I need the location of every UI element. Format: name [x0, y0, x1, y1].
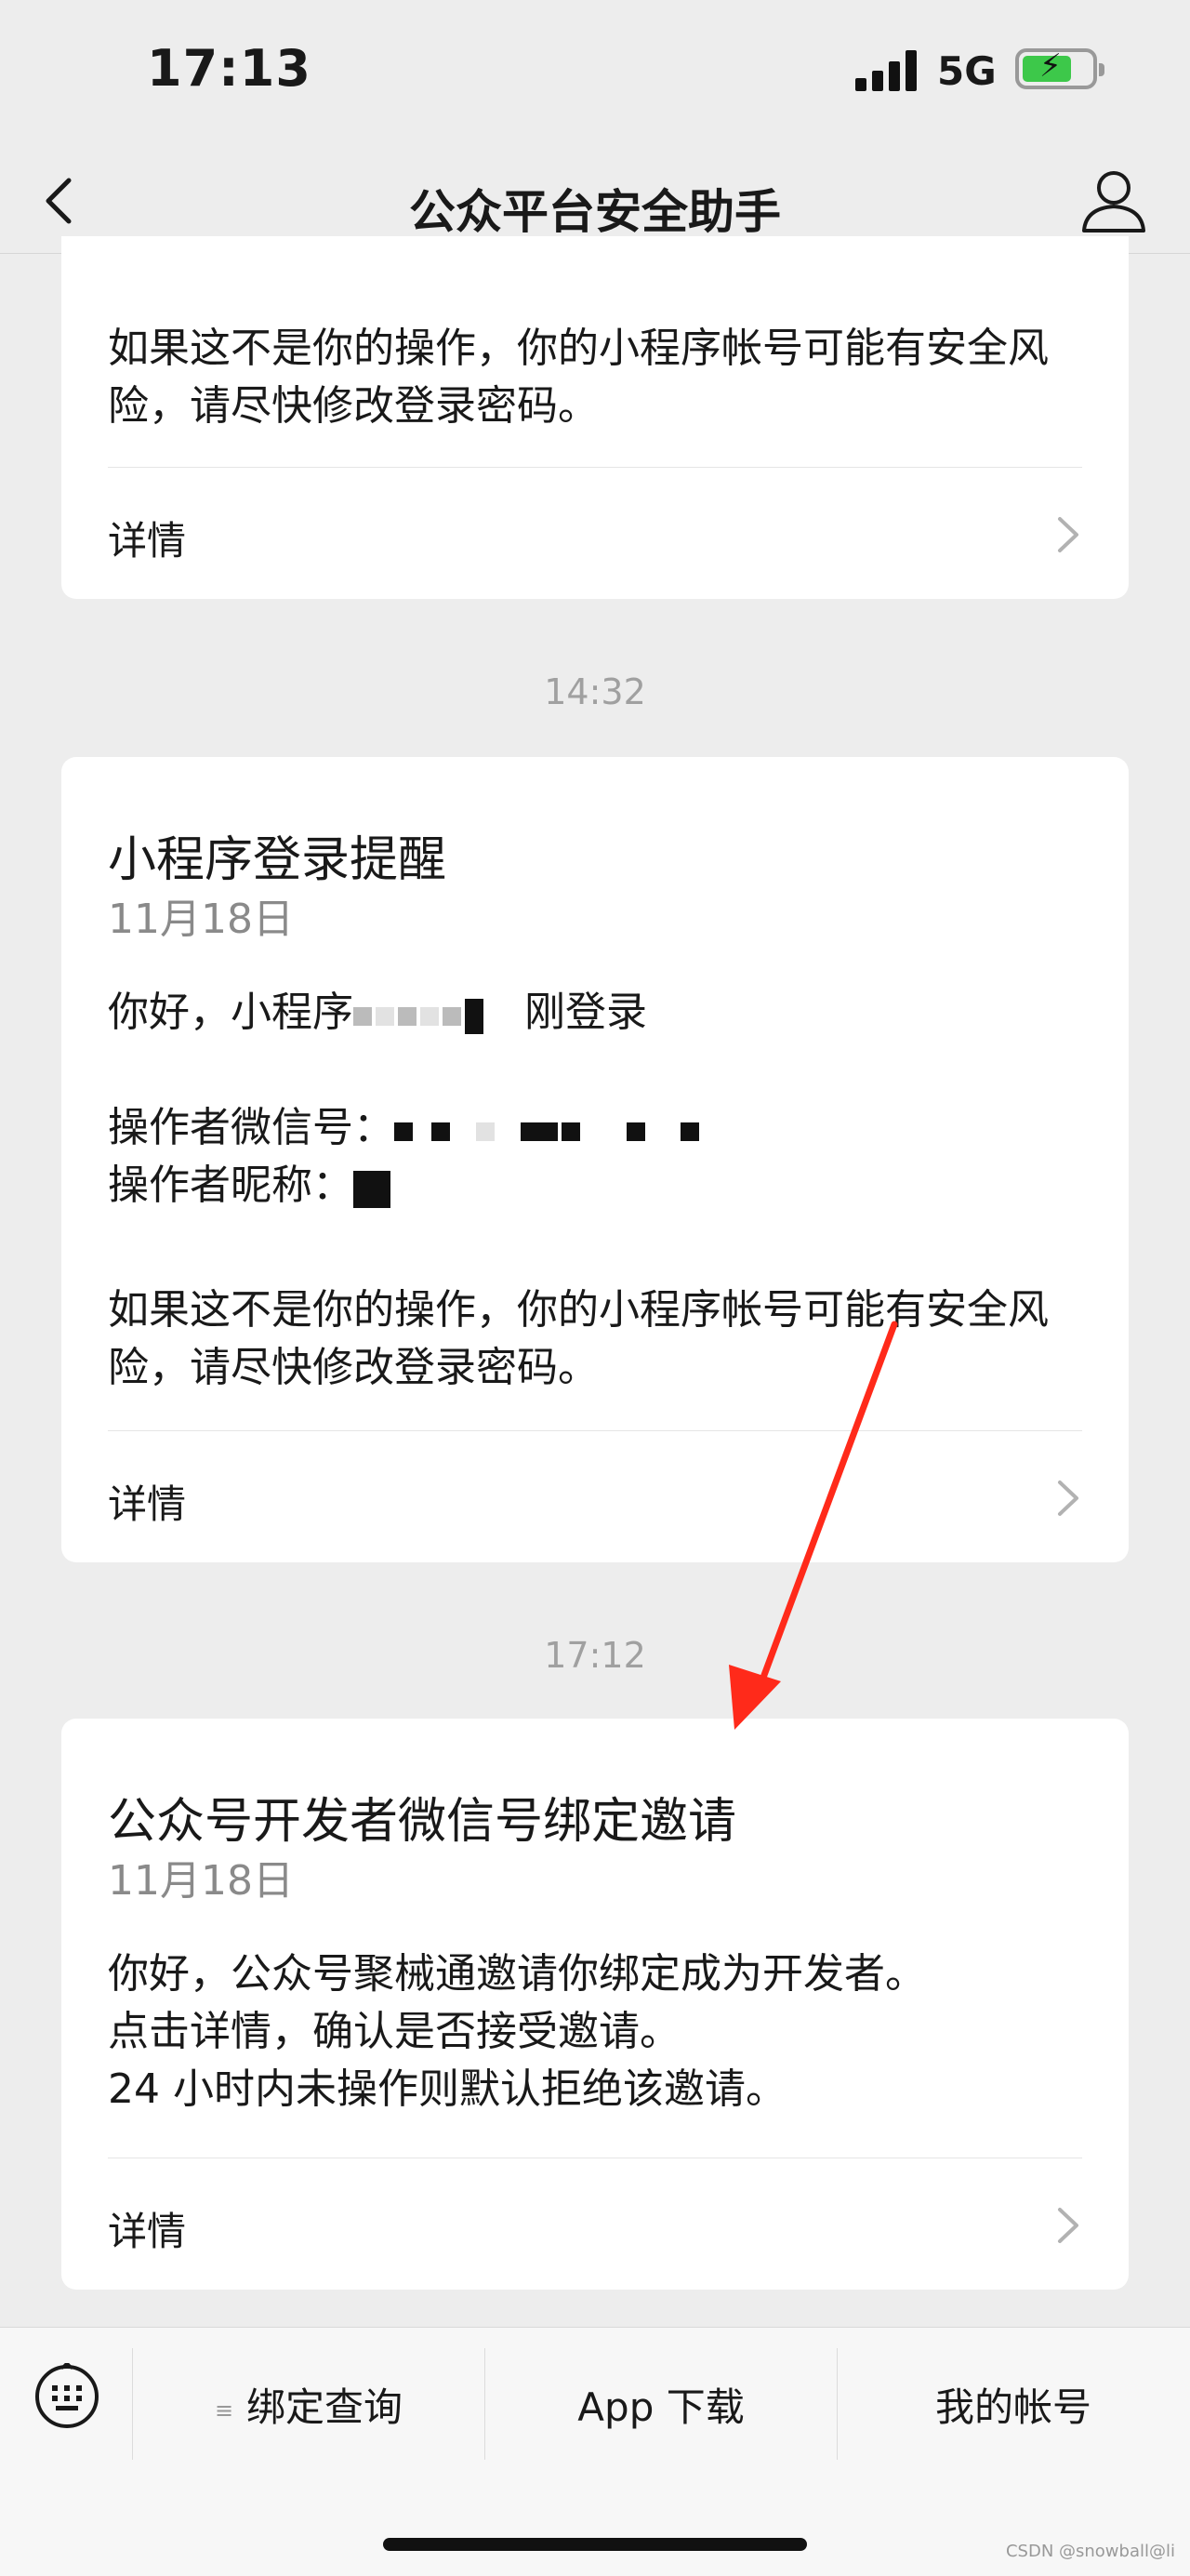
detail-link[interactable]: 详情: [61, 1441, 1129, 1553]
detail-label: 详情: [108, 2209, 187, 2254]
greeting-text: 你好，小程序 刚登录: [108, 984, 1082, 1043]
invite-line-3: 24 小时内未操作则默认拒绝该邀请。: [108, 2065, 787, 2113]
message-card-previous: 如果这不是你的操作，你的小程序帐号可能有安全风险，请尽快修改登录密码。 详情: [61, 236, 1129, 599]
page-title: 公众平台安全助手: [409, 185, 781, 239]
chevron-right-icon: [1058, 2208, 1078, 2243]
profile-icon[interactable]: [1077, 162, 1151, 240]
card-warning-text: 如果这不是你的操作，你的小程序帐号可能有安全风险，请尽快修改登录密码。: [108, 325, 1049, 430]
operator-nickname-label: 操作者昵称：: [108, 1162, 353, 1209]
detail-link[interactable]: 详情: [61, 2169, 1129, 2280]
menu-binding-query[interactable]: ≡ 绑定查询: [133, 2376, 484, 2432]
menu-list-icon: ≡: [214, 2397, 234, 2423]
divider: [108, 467, 1082, 468]
keyboard-toggle-icon[interactable]: [33, 2363, 100, 2430]
operator-nickname-row: 操作者昵称：: [108, 1157, 1082, 1216]
menu-app-download[interactable]: App 下载: [485, 2376, 837, 2432]
greeting-prefix: 你好，小程序: [108, 989, 353, 1036]
message-timestamp: 17:12: [544, 1635, 646, 1676]
menu-binding-query-label: 绑定查询: [246, 2384, 403, 2430]
detail-label: 详情: [108, 1481, 187, 1527]
card-date: 11月18日: [108, 896, 294, 943]
status-time: 17:13: [147, 39, 311, 98]
status-bar: 17:13 5G ⚡: [0, 0, 1190, 149]
message-card-developer-invite: 公众号开发者微信号绑定邀请 11月18日 你好，公众号聚械通邀请你绑定成为开发者…: [61, 1719, 1129, 2290]
card-title: 公众号开发者微信号绑定邀请: [108, 1794, 737, 1850]
operator-wechat-row: 操作者微信号：: [108, 1099, 1082, 1159]
message-card-login-reminder: 小程序登录提醒 11月18日 你好，小程序 刚登录 操作者微信号： 操作者昵称： …: [61, 757, 1129, 1562]
message-timestamp: 14:32: [544, 671, 646, 712]
chevron-right-icon: [1058, 517, 1078, 552]
chevron-right-icon: [1058, 1481, 1078, 1516]
invite-line-1: 你好，公众号聚械通邀请你绑定成为开发者。: [108, 1950, 926, 1998]
redacted-mini-program-name: [353, 986, 524, 1043]
network-type: 5G: [937, 48, 997, 94]
operator-wechat-label: 操作者微信号：: [108, 1104, 394, 1151]
signal-icon: [855, 50, 920, 91]
menu-my-account[interactable]: 我的帐号: [838, 2376, 1189, 2432]
detail-label: 详情: [108, 518, 187, 564]
detail-link[interactable]: 详情: [61, 478, 1129, 590]
redacted-nickname: [353, 1159, 394, 1216]
home-indicator: [383, 2538, 807, 2551]
battery-icon: ⚡: [1015, 48, 1104, 89]
redacted-wechat-id: [394, 1101, 703, 1159]
card-warning-text: 如果这不是你的操作，你的小程序帐号可能有安全风险，请尽快修改登录密码。: [108, 1286, 1049, 1391]
card-title: 小程序登录提醒: [108, 832, 447, 888]
greeting-suffix: 刚登录: [524, 989, 647, 1036]
watermark: CSDN @snowball@li: [1005, 2542, 1175, 2561]
card-date: 11月18日: [108, 1857, 294, 1905]
invite-line-2: 点击详情，确认是否接受邀请。: [108, 2008, 681, 2055]
bottom-menu-bar: ≡ 绑定查询 App 下载 我的帐号 CSDN @snowball@li: [0, 2327, 1190, 2576]
divider: [108, 1430, 1082, 1431]
